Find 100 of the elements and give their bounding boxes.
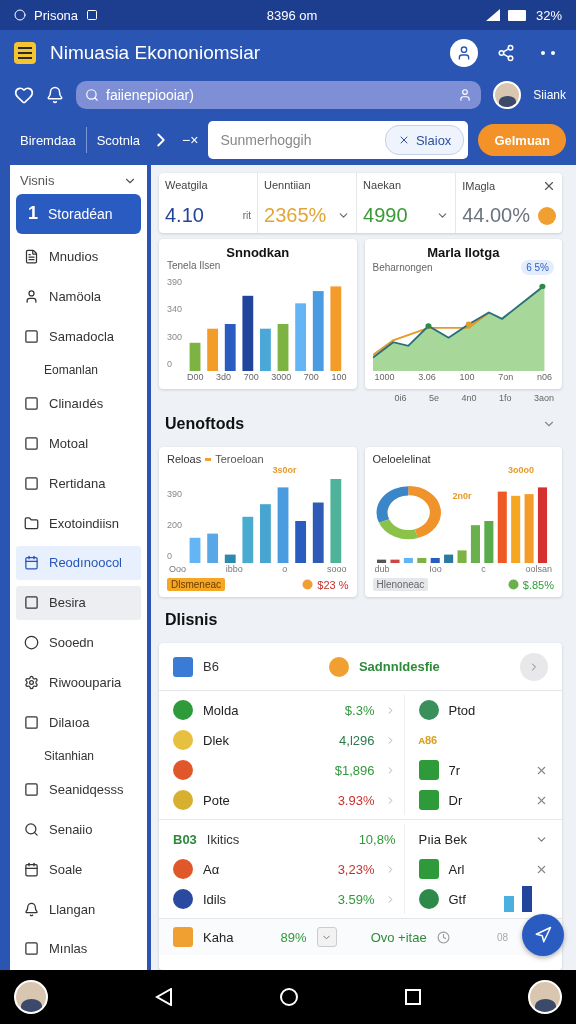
sidebar-subitem[interactable]: Sitanhian [16, 744, 141, 767]
stat-value: 44.00% [462, 204, 530, 227]
column-label: B6 [203, 659, 219, 674]
battery-icon [507, 9, 528, 21]
data-point [465, 321, 472, 327]
sidebar-item[interactable]: Dilaıoa [16, 705, 141, 740]
filter-chip[interactable]: Slaiox [384, 125, 465, 155]
search-field[interactable]: faiienepiooiar) [76, 81, 482, 109]
sidebar-item[interactable]: Clinaıdés [16, 386, 141, 421]
clear-link[interactable]: −× [182, 132, 199, 148]
sidebar-item[interactable]: Sooedn [16, 625, 141, 660]
axis-label: 340 [167, 304, 183, 315]
avatar[interactable] [493, 81, 522, 109]
sidebar-item[interactable]: Samadocla [16, 319, 141, 354]
sidebar-item[interactable]: Llangan [16, 892, 141, 927]
sidebar-item[interactable]: Reodınoocol [16, 545, 141, 580]
sidebar-item[interactable]: Mnudios [16, 239, 141, 274]
status-tag: Dlsmeneac [167, 578, 226, 591]
item-icon [24, 782, 39, 798]
avatar[interactable] [528, 980, 562, 1014]
bar [189, 342, 201, 371]
bar [497, 491, 507, 563]
sidebar-subitem[interactable]: Eomanlan [16, 359, 141, 381]
sidebar-item[interactable]: Seanidqesss [16, 772, 141, 807]
home-icon[interactable] [280, 988, 298, 1006]
bar [207, 328, 219, 371]
item-icon [24, 822, 39, 838]
navigation-icon [534, 926, 552, 944]
axis-label: Ooo [169, 563, 186, 575]
legend-label: Teroeloan [215, 453, 264, 465]
sidebar-item[interactable]: Senaiio [16, 812, 141, 847]
axis-label: 700 [303, 371, 319, 383]
sidebar-item[interactable]: Rertidana [16, 466, 141, 501]
back-icon[interactable] [155, 988, 173, 1006]
trend-dot-icon [507, 579, 519, 590]
close-icon[interactable] [542, 179, 556, 193]
heart-icon[interactable] [14, 85, 34, 105]
axis-label: 3aon [533, 392, 554, 401]
bar [483, 521, 493, 563]
bar [376, 559, 386, 563]
item-icon [24, 436, 39, 452]
bar [416, 557, 426, 563]
toggle-button[interactable] [520, 652, 548, 681]
avatar[interactable] [14, 980, 48, 1014]
axis-label: oolsan [525, 563, 552, 575]
breadcrumb-link[interactable]: Scotnla [96, 132, 140, 148]
item-icon [24, 595, 39, 611]
axis-label: 3000 [271, 371, 292, 383]
sidebar-item[interactable]: Riwoouparia [16, 665, 141, 700]
axis-label: 5e [429, 392, 439, 401]
user-icon[interactable] [458, 88, 473, 102]
recents-icon[interactable] [405, 989, 421, 1005]
square-icon [418, 790, 439, 810]
clock-icon [436, 930, 450, 944]
bar [389, 559, 399, 563]
row-icon [173, 700, 193, 720]
breadcrumb-link[interactable]: Biremdaa [20, 132, 76, 148]
sidebar-primary-button[interactable]: 1 Storadéan [16, 193, 141, 234]
carrier-label: Prisona [34, 7, 79, 23]
sidebar-item[interactable]: Mınlas [16, 931, 141, 966]
bar [224, 554, 236, 563]
bar [443, 554, 453, 563]
chart-title: Marla Ilotga [427, 245, 500, 260]
row-label: Kaha [203, 929, 234, 945]
axis-label: 300 [167, 331, 183, 342]
sidebar-item[interactable]: Motoal [16, 426, 141, 461]
status-icon [86, 9, 99, 21]
footer-note: Ovo +itae [370, 929, 427, 945]
user-name: Siiank [533, 88, 566, 102]
bar [260, 504, 271, 563]
square-icon [418, 859, 439, 879]
stat-value: 2365% [264, 204, 327, 227]
axis-label: 7on [498, 371, 514, 383]
row-label: Ptod [448, 702, 476, 718]
axis-label: Ioo [429, 563, 442, 575]
bar [522, 886, 532, 912]
axis-label: 3d0 [216, 371, 232, 383]
axis-label: 200 [167, 520, 183, 530]
row-value: $.3% [344, 702, 375, 718]
row-label: Idils [203, 891, 227, 907]
axis-label: dub [374, 563, 390, 575]
row-label: 7r [448, 762, 461, 778]
chart-title: Oeloelelinat [372, 453, 431, 465]
section-title: Dlisnis [165, 611, 218, 629]
bell-icon[interactable] [46, 86, 64, 104]
sidebar-item[interactable]: Exotoindiisn [16, 506, 141, 541]
row-label: Arl [448, 861, 465, 877]
sidebar-item[interactable]: Soale [16, 852, 141, 887]
item-icon [24, 674, 39, 690]
peak-label: 3s0or [272, 465, 297, 475]
stat-label: Weatgila [165, 179, 208, 191]
row-label: Dlek [203, 732, 229, 748]
status-dot-icon [538, 206, 556, 225]
item-icon [24, 249, 39, 265]
sidebar-item[interactable]: Namöola [16, 279, 141, 314]
profile-button[interactable] [450, 38, 478, 67]
footer-value: 08 [496, 931, 508, 943]
chart-title: Reloas [167, 453, 202, 465]
peak-label: 2n0r [452, 491, 472, 501]
sidebar-item[interactable]: Besira [16, 585, 141, 620]
